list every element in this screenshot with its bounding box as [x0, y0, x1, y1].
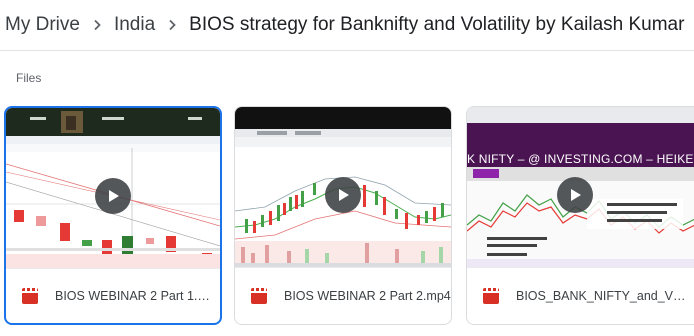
breadcrumb: My Drive India BIOS strategy for Banknif…: [0, 0, 694, 51]
video-file-icon: [22, 288, 38, 304]
file-card-footer: BIOS_BANK_NIFTY_and_VOLATILITY.mp4: [467, 267, 694, 324]
file-name: BIOS_BANK_NIFTY_and_VOLATILITY.mp4: [516, 289, 694, 303]
play-icon[interactable]: [325, 177, 361, 213]
file-name: BIOS WEBINAR 2 Part 2.mp4: [284, 289, 451, 303]
thumbnail-banner-text: K NIFTY – @ INVESTING.COM – HEIKEN ASHI …: [467, 152, 694, 166]
play-icon[interactable]: [95, 178, 131, 214]
files-section-label: Files: [16, 71, 42, 85]
chevron-right-icon: [165, 18, 179, 32]
breadcrumb-current-folder[interactable]: BIOS strategy for Banknifty and Volatili…: [183, 10, 690, 40]
video-file-icon: [251, 288, 267, 304]
chevron-right-icon: [90, 18, 104, 32]
breadcrumb-my-drive[interactable]: My Drive: [0, 10, 86, 40]
file-card-footer: BIOS WEBINAR 2 Part 1.mp4: [6, 268, 220, 323]
play-icon[interactable]: [557, 177, 593, 213]
file-card-footer: BIOS WEBINAR 2 Part 2.mp4: [235, 267, 451, 324]
file-card-1[interactable]: BIOS WEBINAR 2 Part 1.mp4: [4, 106, 222, 325]
file-name: BIOS WEBINAR 2 Part 1.mp4: [55, 289, 220, 303]
file-card-2[interactable]: BIOS WEBINAR 2 Part 2.mp4: [234, 106, 452, 325]
file-card-3[interactable]: K NIFTY – @ INVESTING.COM – HEIKEN ASHI …: [466, 106, 694, 325]
breadcrumb-india[interactable]: India: [108, 10, 161, 40]
video-file-icon: [483, 288, 499, 304]
